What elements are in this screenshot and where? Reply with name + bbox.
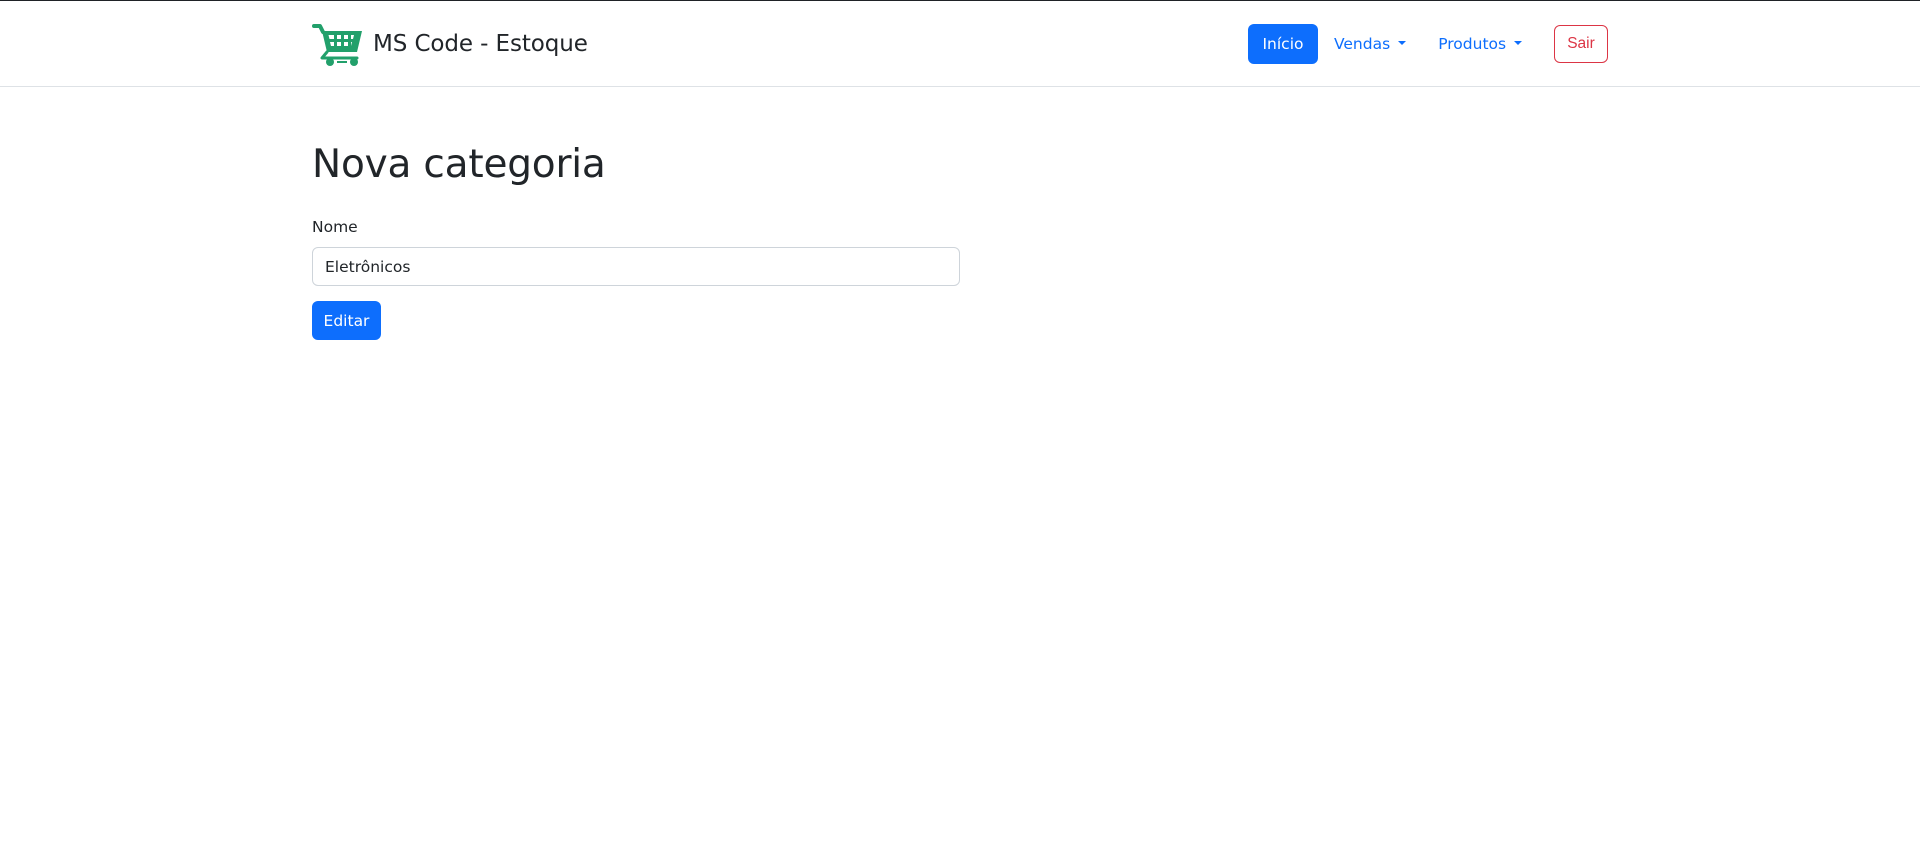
top-navbar: MS Code - Estoque Início Vendas Produtos… [0, 1, 1920, 87]
shopping-cart-icon [312, 24, 362, 66]
chevron-down-icon [1514, 41, 1523, 45]
edit-submit-button[interactable]: Editar [312, 301, 381, 340]
nav-products-label: Produtos [1438, 35, 1507, 53]
brand-title: MS Code - Estoque [373, 30, 588, 57]
name-field-label: Nome [312, 218, 358, 236]
nav-sales-label: Vendas [1334, 35, 1391, 53]
nav-sales-dropdown[interactable]: Vendas [1334, 24, 1407, 64]
name-input[interactable] [312, 247, 960, 286]
page-title: Nova categoria [312, 142, 606, 187]
chevron-down-icon [1398, 41, 1407, 45]
logout-button[interactable]: Sair [1554, 25, 1608, 63]
main-navigation: Início Vendas Produtos [1248, 24, 1523, 64]
nav-home[interactable]: Início [1248, 24, 1318, 64]
nav-products-dropdown[interactable]: Produtos [1438, 24, 1523, 64]
brand-link[interactable]: MS Code - Estoque [312, 21, 588, 67]
